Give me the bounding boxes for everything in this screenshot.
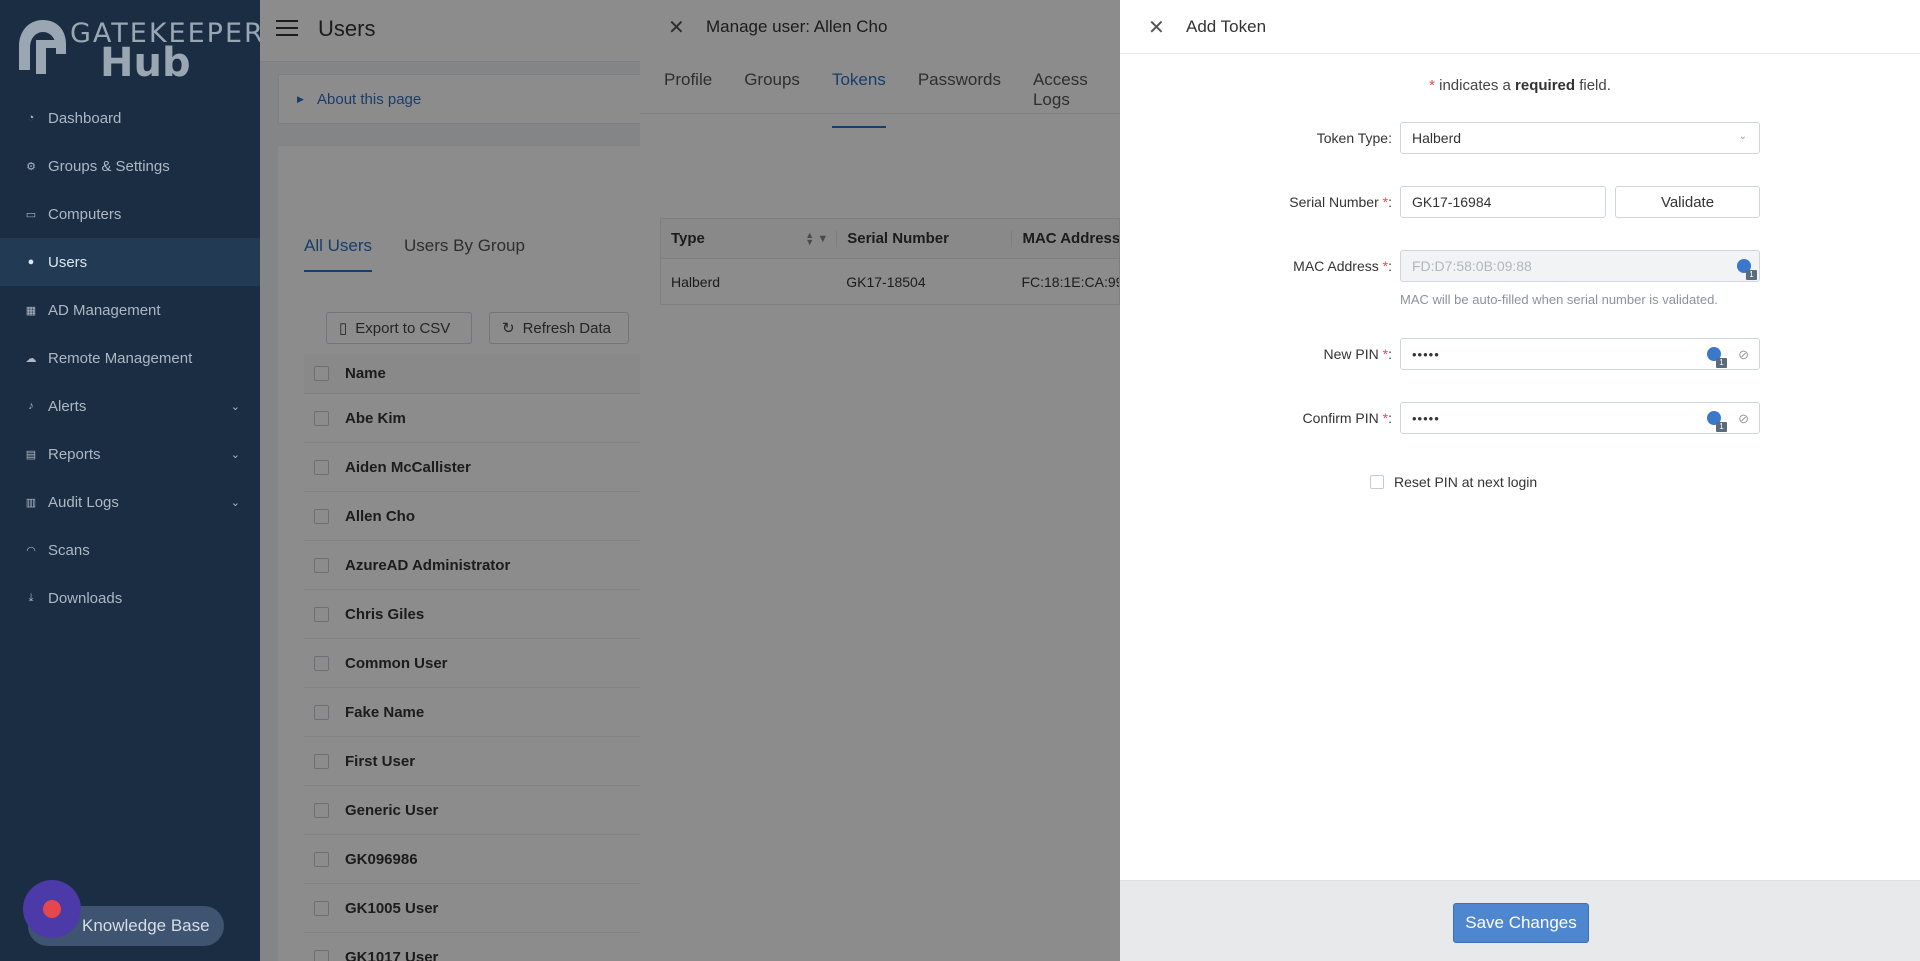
mac-address-label: MAC Address *:	[1293, 258, 1392, 274]
lastpass-icon[interactable]	[1707, 347, 1727, 368]
sidebar-item-label: Audit Logs	[48, 493, 119, 511]
token-type-value: Halberd	[1412, 130, 1462, 146]
required-note-bold: required	[1515, 77, 1576, 94]
eye-slash-icon[interactable]: ⊘	[1738, 347, 1749, 363]
label-text: Serial Number	[1289, 194, 1379, 210]
sidebar-item-users[interactable]: ● Users	[0, 238, 260, 286]
chat-status-icon	[43, 900, 61, 918]
new-pin-value: •••••	[1412, 346, 1440, 362]
confirm-pin-input[interactable]: ••••• ⊘	[1400, 402, 1760, 434]
users-icon: ●	[27, 256, 35, 268]
sidebar-item-label: Alerts	[48, 397, 87, 415]
required-note-post: field.	[1579, 77, 1611, 94]
sidebar-item-ad-management[interactable]: ▦ AD Management	[0, 286, 260, 334]
serial-number-label: Serial Number *:	[1289, 194, 1392, 210]
confirm-pin-label: Confirm PIN *:	[1302, 410, 1392, 426]
sidebar-item-computers[interactable]: ▭ Computers	[0, 190, 260, 238]
chevron-down-icon: ⌄	[1738, 131, 1747, 142]
serial-number-input[interactable]: GK17-16984	[1400, 186, 1606, 218]
document-icon: ▤	[25, 448, 37, 461]
token-type-select[interactable]: Halberd ⌄	[1400, 122, 1760, 154]
save-changes-button[interactable]: Save Changes	[1453, 903, 1589, 943]
chevron-down-icon: ⌄	[230, 400, 240, 413]
validate-button[interactable]: Validate	[1615, 186, 1760, 218]
laptop-icon: ▭	[25, 208, 37, 221]
serial-number-value: GK17-16984	[1412, 194, 1492, 210]
required-star: *	[1429, 77, 1435, 94]
gears-icon: ⚙	[26, 160, 36, 173]
required-note-pre: indicates a	[1439, 77, 1511, 94]
token-type-label: Token Type:	[1316, 130, 1392, 146]
mac-address-input[interactable]: FD:D7:58:0B:09:88	[1400, 250, 1760, 282]
wifi-icon: ◠	[26, 544, 36, 557]
sidebar: GATEKEEPER Hub ◔ Dashboard ⚙ Groups & Se…	[0, 0, 263, 961]
reset-pin-checkbox[interactable]	[1370, 475, 1384, 489]
new-pin-input[interactable]: ••••• ⊘	[1400, 338, 1760, 370]
close-icon[interactable]: ✕	[1148, 15, 1165, 40]
reset-pin-label: Reset PIN at next login	[1394, 474, 1538, 490]
bell-icon: ♪	[28, 400, 34, 412]
sidebar-item-label: Users	[48, 253, 88, 271]
lastpass-icon[interactable]	[1707, 411, 1727, 432]
sidebar-item-label: Reports	[48, 445, 101, 463]
label-text: Confirm PIN	[1302, 410, 1379, 426]
sidebar-item-label: Remote Management	[48, 349, 193, 367]
sidebar-item-label: Scans	[48, 541, 90, 559]
add-token-drawer: ✕ Add Token * indicates a required field…	[1120, 0, 1920, 961]
sidebar-item-label: Dashboard	[48, 109, 122, 127]
sidebar-item-label: Groups & Settings	[48, 157, 170, 175]
sidebar-item-label: AD Management	[48, 301, 161, 319]
chevron-down-icon: ⌄	[230, 496, 240, 509]
label-text: New PIN	[1323, 346, 1379, 362]
drawer-footer: Save Changes	[1120, 880, 1920, 961]
drawer-header: ✕ Add Token	[1120, 0, 1920, 54]
sidebar-item-dashboard[interactable]: ◔ Dashboard	[0, 94, 260, 142]
sidebar-item-downloads[interactable]: ⤓ Downloads	[0, 574, 260, 622]
sidebar-item-alerts[interactable]: ♪ Alerts ⌄	[0, 382, 260, 430]
gatekeeper-logo[interactable]: GATEKEEPER Hub	[16, 14, 263, 86]
sidebar-nav: ◔ Dashboard ⚙ Groups & Settings ▭ Comput…	[0, 94, 260, 622]
chat-launcher-button[interactable]	[23, 880, 81, 938]
sidebar-item-label: Downloads	[48, 589, 123, 607]
sidebar-item-audit-logs[interactable]: ▥ Audit Logs ⌄	[0, 478, 260, 526]
download-icon: ⤓	[28, 591, 34, 604]
sidebar-item-label: Computers	[48, 205, 122, 223]
chevron-down-icon: ⌄	[230, 448, 240, 461]
cloud-icon: ☁	[25, 352, 37, 365]
modal-backdrop[interactable]	[640, 0, 1120, 961]
drawer-title: Add Token	[1186, 17, 1267, 36]
brand-line2: Hub	[100, 40, 191, 86]
table-icon: ▥	[25, 496, 37, 509]
sidebar-item-remote-management[interactable]: ☁ Remote Management	[0, 334, 260, 382]
reset-pin-row[interactable]: Reset PIN at next login	[1370, 474, 1537, 490]
sidebar-item-scans[interactable]: ◠ Scans	[0, 526, 260, 574]
label-text: Token Type	[1316, 130, 1389, 146]
grid-icon: ▦	[25, 304, 37, 317]
helmet-logo-icon	[19, 20, 66, 74]
lastpass-icon[interactable]	[1737, 259, 1757, 280]
new-pin-label: New PIN *:	[1323, 346, 1392, 362]
sidebar-item-groups-settings[interactable]: ⚙ Groups & Settings	[0, 142, 260, 190]
eye-slash-icon[interactable]: ⊘	[1738, 411, 1749, 427]
mac-helper-text: MAC will be auto-filled when serial numb…	[1400, 292, 1718, 307]
sidebar-item-reports[interactable]: ▤ Reports ⌄	[0, 430, 260, 478]
modal-backdrop[interactable]	[260, 0, 640, 961]
mac-address-placeholder: FD:D7:58:0B:09:88	[1412, 258, 1532, 274]
dashboard-icon: ◔	[27, 112, 35, 124]
required-note: * indicates a required field.	[1120, 77, 1920, 94]
confirm-pin-value: •••••	[1412, 410, 1440, 426]
label-text: MAC Address	[1293, 258, 1379, 274]
